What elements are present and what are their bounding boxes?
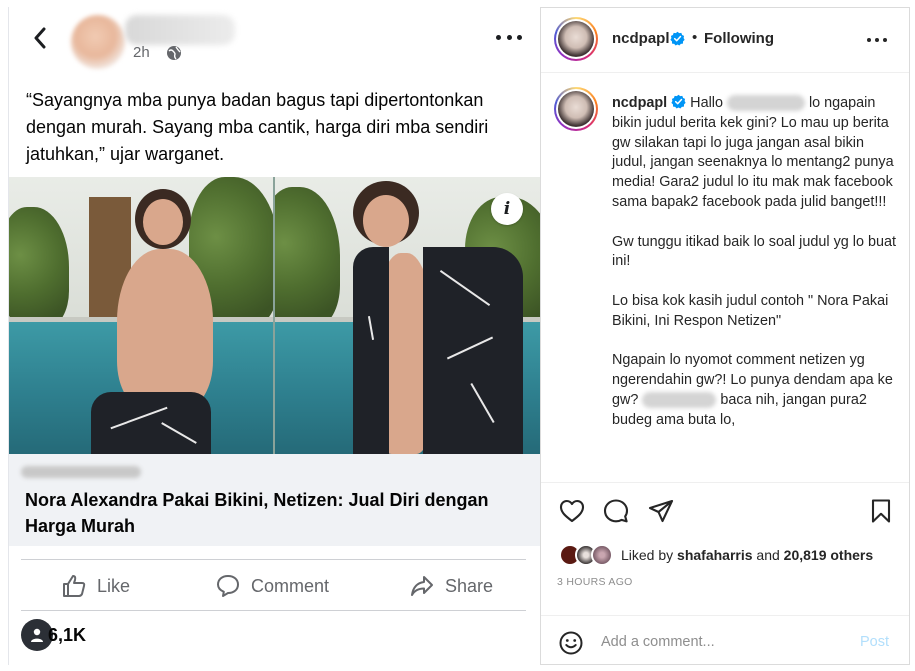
instagram-panel: ncdpapl • Following ncdpapl Hallo lo nga…	[540, 7, 910, 665]
liker-avatar[interactable]	[591, 544, 613, 566]
profile-avatar[interactable]	[554, 17, 598, 61]
comment-avatar[interactable]	[554, 87, 598, 131]
reactions-count[interactable]: 6,1K	[48, 625, 86, 646]
ig-action-bar	[541, 482, 909, 538]
heart-icon[interactable]	[558, 497, 586, 525]
comment-icon	[217, 575, 239, 597]
separator-dot: •	[692, 29, 698, 46]
photo-left	[9, 177, 273, 454]
share-icon	[411, 576, 433, 596]
caption-comment: ncdpapl Hallo lo ngapain bikin judul ber…	[541, 74, 909, 482]
person-head	[143, 199, 183, 245]
mention-blurred[interactable]	[642, 392, 717, 409]
likes-others[interactable]: 20,819 others	[784, 547, 874, 563]
smile-icon[interactable]	[558, 630, 584, 656]
info-button[interactable]: i	[491, 193, 523, 225]
back-arrow-icon	[34, 27, 46, 49]
more-dot	[517, 34, 522, 40]
verified-icon	[670, 31, 685, 46]
author-name-blurred[interactable]	[125, 15, 235, 45]
post-comment-button[interactable]: Post	[860, 634, 889, 650]
post-header: 2h	[9, 7, 540, 77]
share-label: Share	[445, 575, 494, 596]
person-head	[363, 195, 409, 247]
profile-username[interactable]: ncdpapl	[612, 30, 670, 47]
post-timestamp[interactable]: 3 HOURS AGO	[557, 576, 633, 588]
person-robe	[353, 247, 389, 454]
info-icon: i	[503, 199, 511, 219]
likes-text: Liked by shafaharris and 20,819 others	[621, 547, 874, 563]
globe-icon	[167, 46, 181, 60]
more-dot	[867, 38, 871, 42]
ig-more-button[interactable]	[867, 38, 887, 43]
post-time[interactable]: 2h	[133, 44, 150, 61]
more-dot	[506, 34, 512, 40]
screenshot: 2h “Sayangnya mba punya badan bagus tapi…	[0, 0, 915, 671]
add-comment-bar: Post	[541, 615, 909, 665]
like-label: Like	[97, 575, 131, 596]
user-icon	[31, 628, 43, 642]
more-dot	[496, 34, 501, 40]
facebook-post: 2h “Sayangnya mba punya badan bagus tapi…	[8, 7, 540, 665]
person-body	[117, 249, 213, 409]
post-caption: “Sayangnya mba punya badan bagus tapi di…	[26, 90, 489, 164]
back-button[interactable]	[25, 21, 55, 55]
post-photo[interactable]	[9, 177, 540, 454]
more-dot	[883, 38, 887, 42]
like-icon	[63, 575, 86, 597]
add-comment-input[interactable]	[601, 629, 841, 655]
verified-icon	[671, 94, 686, 109]
comment-part1: Hallo	[690, 95, 727, 111]
comment-text: ncdpapl Hallo lo ngapain bikin judul ber…	[612, 94, 897, 431]
mention-blurred[interactable]	[726, 95, 805, 112]
comment-part2: lo ngapain bikin judul berita kek gini? …	[612, 95, 896, 408]
bookmark-icon[interactable]	[867, 497, 895, 525]
person-robe	[423, 247, 523, 454]
link-source-blurred	[21, 466, 141, 478]
post-action-bar: Like Comment Share	[21, 559, 526, 611]
ig-header: ncdpapl • Following	[541, 8, 909, 73]
comment-username[interactable]: ncdpapl	[612, 95, 667, 111]
like-button[interactable]: Like	[61, 572, 130, 600]
following-button[interactable]: Following	[704, 30, 774, 47]
comment-label: Comment	[251, 575, 330, 596]
link-title: Nora Alexandra Pakai Bikini, Netizen: Ju…	[25, 490, 489, 536]
share-icon[interactable]	[647, 497, 675, 525]
comment-icon[interactable]	[602, 497, 630, 525]
likes-summary: Liked by shafaharris and 20,819 others	[559, 541, 899, 569]
author-avatar-blurred[interactable]	[71, 15, 125, 69]
share-button[interactable]: Share	[409, 572, 493, 600]
more-dot	[875, 38, 879, 42]
post-more-button[interactable]	[496, 27, 522, 47]
person-wrap	[91, 392, 211, 454]
liker-username[interactable]: shafaharris	[677, 547, 752, 563]
comment-button[interactable]: Comment	[215, 572, 329, 600]
link-preview-card[interactable]: Nora Alexandra Pakai Bikini, Netizen: Ju…	[9, 454, 540, 546]
